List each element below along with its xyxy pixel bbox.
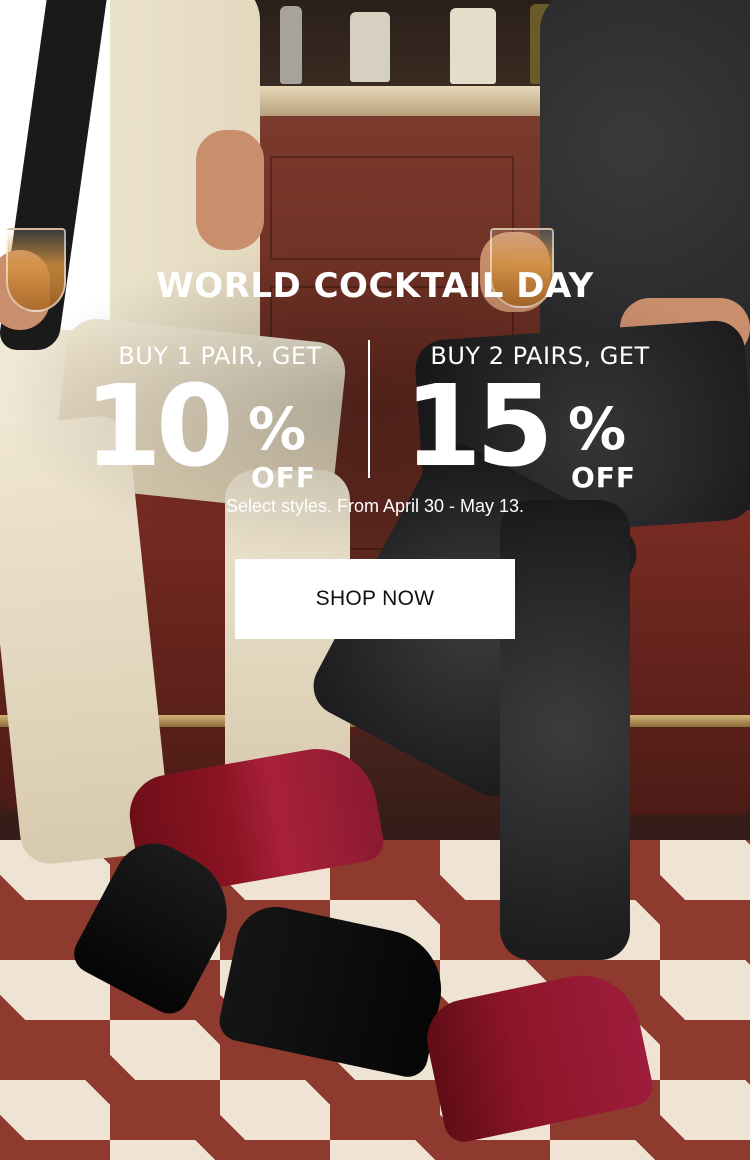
off-label: OFF	[251, 461, 317, 494]
discount-number: 10	[84, 362, 234, 492]
off-label: OFF	[571, 461, 637, 494]
offer-buy-two: BUY 2 PAIRS, GET 15 % OFF	[390, 342, 690, 494]
promo-fine-print: Select styles. From April 30 - May 13.	[225, 496, 525, 516]
offer-buy-one: BUY 1 PAIR, GET 10 % OFF	[70, 342, 370, 494]
hand	[196, 130, 264, 250]
offer-divider	[368, 340, 370, 478]
percent-sign: %	[248, 395, 307, 463]
promo-banner: WORLD COCKTAIL DAY BUY 1 PAIR, GET 10 % …	[0, 0, 750, 1160]
discount-number: 15	[404, 362, 554, 492]
promo-headline: WORLD COCKTAIL DAY	[156, 266, 594, 306]
shop-now-button[interactable]: SHOP NOW	[235, 559, 515, 639]
percent-sign: %	[568, 395, 627, 463]
